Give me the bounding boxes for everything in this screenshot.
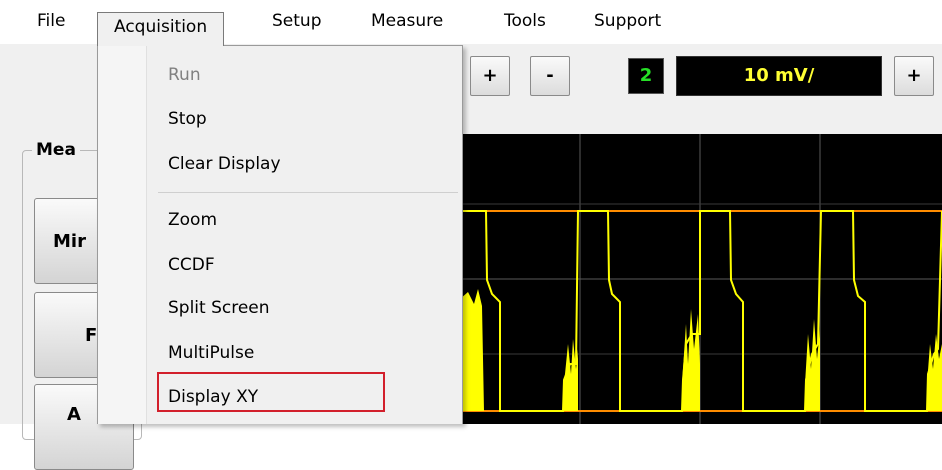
menu-item-multipulse[interactable]: MultiPulse — [168, 335, 254, 371]
menu-bar: File Acquisition Setup Measure Tools Sup… — [0, 0, 942, 46]
measure-group-label: Mea — [32, 140, 80, 160]
menu-support[interactable]: Support — [594, 10, 661, 36]
menu-acquisition[interactable]: Acquisition — [97, 12, 225, 46]
channel-indicator[interactable]: 2 — [628, 58, 664, 94]
scale-plus-button[interactable]: + — [894, 56, 934, 96]
acquisition-dropdown-menu: Run Stop Clear Display Zoom CCDF Split S… — [97, 45, 463, 424]
waveform-plot — [460, 134, 942, 424]
timebase-plus-button[interactable]: + — [470, 56, 510, 96]
pulse-trace — [460, 210, 942, 412]
menu-measure[interactable]: Measure — [371, 10, 443, 36]
display-xy-highlight-box — [157, 372, 385, 412]
vertical-scale-display[interactable]: 10 mV/ — [676, 56, 882, 96]
menu-item-ccdf[interactable]: CCDF — [168, 247, 215, 283]
menu-icon-gutter — [98, 46, 147, 424]
menu-file[interactable]: File — [37, 10, 65, 36]
menu-item-run: Run — [168, 65, 201, 85]
menu-item-stop[interactable]: Stop — [168, 101, 207, 137]
menu-item-zoom[interactable]: Zoom — [168, 202, 217, 238]
menu-item-split-screen[interactable]: Split Screen — [168, 290, 270, 326]
timebase-minus-button[interactable]: - — [530, 56, 570, 96]
scope-display[interactable] — [460, 134, 942, 424]
menu-tools[interactable]: Tools — [504, 10, 546, 36]
menu-setup[interactable]: Setup — [272, 10, 321, 36]
menu-item-clear-display[interactable]: Clear Display — [168, 146, 281, 182]
menu-separator — [158, 192, 458, 193]
